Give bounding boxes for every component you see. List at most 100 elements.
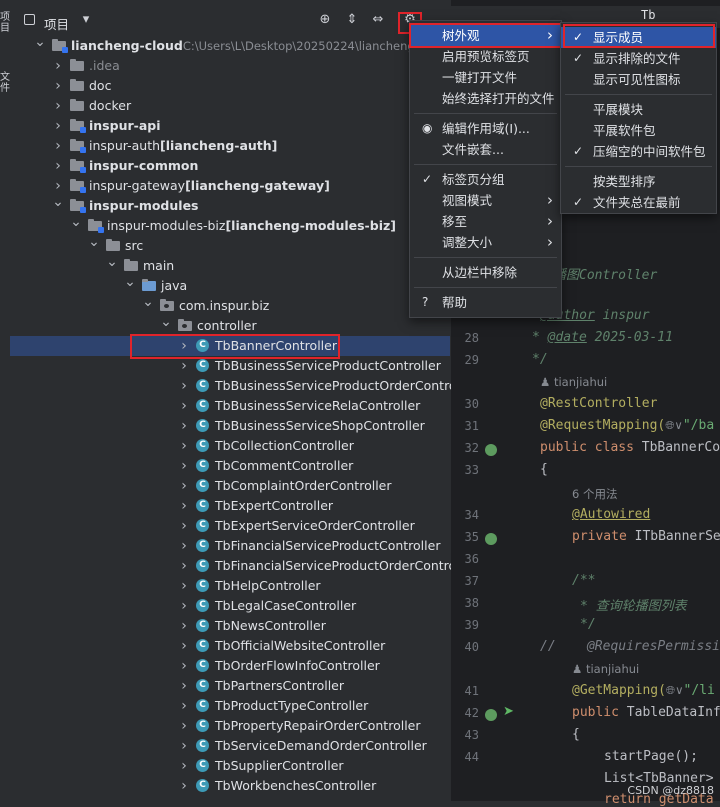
tree-folder-item[interactable]: ⌄ com.inspur.biz — [10, 294, 450, 316]
chevron-right-icon[interactable]: › — [178, 336, 190, 356]
tree-class-item[interactable]: › C TbExpertController — [10, 496, 450, 516]
tree-class-item[interactable]: › C TbExpertServiceOrderController — [10, 516, 450, 536]
spring-bean-icon[interactable] — [485, 709, 497, 721]
menu-item[interactable]: 始终选择打开的文件 — [410, 88, 561, 109]
tree-folder-item[interactable]: ⌄ liancheng-cloudC:\Users\L\Desktop\20250… — [10, 34, 450, 56]
menu-item[interactable]: ✓ 显示排除的文件 — [561, 48, 716, 69]
tree-class-item[interactable]: › C TbOfficialWebsiteController — [10, 636, 450, 656]
tree-class-item[interactable]: › C TbProductTypeController — [10, 696, 450, 716]
chevron-right-icon[interactable]: › — [178, 516, 190, 536]
tree-folder-item[interactable]: › inspur-gateway[liancheng-gateway] — [10, 176, 450, 196]
menu-item[interactable]: 视图模式 › — [410, 190, 561, 211]
tree-class-item[interactable]: › C TbLegalCaseController — [10, 596, 450, 616]
chevron-down-icon[interactable]: ⌄ — [142, 292, 154, 312]
chevron-right-icon[interactable]: › — [52, 156, 64, 176]
tree-folder-item[interactable]: › inspur-common — [10, 156, 450, 176]
expand-all-icon[interactable]: ⇕ — [344, 12, 360, 28]
tree-folder-item[interactable]: › inspur-api — [10, 116, 450, 136]
chevron-down-icon[interactable]: ▾ — [78, 12, 94, 28]
menu-item[interactable]: ◉ 编辑作用域(I)... — [410, 118, 561, 139]
chevron-right-icon[interactable]: › — [178, 656, 190, 676]
tree-class-item[interactable]: › C TbFinancialServiceProductOrderControll… — [10, 556, 476, 576]
tree-folder-item[interactable]: › docker — [10, 96, 450, 116]
menu-item[interactable]: 调整大小 › — [410, 232, 561, 253]
tree-class-item[interactable]: › C TbBannerController — [10, 336, 450, 356]
menu-item[interactable]: 平展软件包 — [561, 120, 716, 141]
tree-class-item[interactable]: › C TbPropertyRepairOrderController — [10, 716, 450, 736]
menu-item[interactable]: ✓ 标签页分组 — [410, 169, 561, 190]
tree-class-item[interactable]: › C TbServiceDemandOrderController — [10, 736, 450, 756]
git-blame-hint-2[interactable]: ♟ tianjiahui — [572, 662, 639, 676]
chevron-down-icon[interactable]: ⌄ — [70, 212, 82, 232]
chevron-right-icon[interactable]: › — [178, 456, 190, 476]
tree-class-item[interactable]: › C TbCommentController — [10, 456, 450, 476]
send-request-icon[interactable]: ➤ — [503, 704, 514, 719]
tree-class-item[interactable]: › C TbWorkbenchesController — [10, 776, 450, 796]
chevron-right-icon[interactable]: › — [178, 396, 190, 416]
menu-item[interactable]: 启用预览标签页 — [410, 46, 561, 67]
menu-item[interactable]: ? 帮助 — [410, 292, 561, 313]
chevron-right-icon[interactable]: › — [178, 436, 190, 456]
chevron-right-icon[interactable]: › — [178, 376, 190, 396]
tree-class-item[interactable]: › C TbBusinessServiceShopController — [10, 416, 450, 436]
tree-folder-item[interactable]: ⌄ controller — [10, 314, 450, 336]
chevron-down-icon[interactable]: ⌄ — [160, 312, 172, 332]
editor-tab-fragment[interactable]: Tb — [641, 8, 655, 22]
chevron-right-icon[interactable]: › — [52, 116, 64, 136]
chevron-down-icon[interactable]: ⌄ — [124, 272, 136, 292]
tree-class-item[interactable]: › C TbCollectionController — [10, 436, 450, 456]
tree-class-item[interactable]: › C TbBusinessServiceRelaController — [10, 396, 450, 416]
project-title[interactable]: 项目 — [44, 14, 69, 33]
chevron-right-icon[interactable]: › — [178, 476, 190, 496]
menu-item[interactable]: 平展模块 — [561, 99, 716, 120]
chevron-right-icon[interactable]: › — [52, 96, 64, 116]
tree-class-item[interactable]: › C TbBusinessServiceProductController — [10, 356, 450, 376]
chevron-right-icon[interactable]: › — [178, 536, 190, 556]
spring-bean-icon[interactable] — [485, 444, 497, 456]
chevron-right-icon[interactable]: › — [178, 616, 190, 636]
tree-class-item[interactable]: › C TbBusinessServiceProductOrderControlle… — [10, 376, 476, 396]
usages-hint[interactable]: 6 个用法 — [572, 486, 617, 502]
tree-class-item[interactable]: › C TbNewsController — [10, 616, 450, 636]
menu-item[interactable]: ✓ 压缩空的中间软件包 — [561, 141, 716, 162]
menu-item[interactable]: 从边栏中移除 — [410, 262, 561, 283]
chevron-right-icon[interactable]: › — [52, 56, 64, 76]
menu-item[interactable]: 显示可见性图标 — [561, 69, 716, 90]
tree-folder-item[interactable]: ⌄ main — [10, 254, 450, 276]
tree-folder-item[interactable]: › doc — [10, 76, 450, 96]
menu-item[interactable]: 按类型排序 — [561, 171, 716, 192]
chevron-right-icon[interactable]: › — [178, 416, 190, 436]
tree-folder-item[interactable]: ⌄ inspur-modules-biz[liancheng-modules-bi… — [10, 214, 450, 236]
tree-folder-item[interactable]: ⌄ src — [10, 234, 450, 256]
chevron-down-icon[interactable]: ⌄ — [34, 32, 46, 52]
tree-class-item[interactable]: › C TbFinancialServiceProductController — [10, 536, 450, 556]
collapse-all-icon[interactable]: ⇔ — [370, 12, 386, 28]
chevron-right-icon[interactable]: › — [178, 496, 190, 516]
spring-bean-icon[interactable] — [485, 533, 497, 545]
chevron-down-icon[interactable]: ⌄ — [52, 192, 64, 212]
chevron-down-icon[interactable]: ⌄ — [88, 232, 100, 252]
tree-folder-item[interactable]: › .idea — [10, 56, 450, 76]
menu-item[interactable]: 一键打开文件 — [410, 67, 561, 88]
chevron-right-icon[interactable]: › — [178, 556, 190, 576]
tree-folder-item[interactable]: › inspur-auth[liancheng-auth] — [10, 136, 450, 156]
chevron-right-icon[interactable]: › — [178, 696, 190, 716]
menu-item[interactable]: 移至 › — [410, 211, 561, 232]
menu-item[interactable]: ✓ 文件夹总在最前 — [561, 192, 716, 213]
tree-class-item[interactable]: › C TbSupplierController — [10, 756, 450, 776]
chevron-right-icon[interactable]: › — [178, 576, 190, 596]
chevron-right-icon[interactable]: › — [178, 356, 190, 376]
tree-class-item[interactable]: › C TbComplaintOrderController — [10, 476, 450, 496]
project-tool-button[interactable]: 项目 — [0, 12, 10, 34]
tree-class-item[interactable]: › C TbOrderFlowInfoController — [10, 656, 450, 676]
tree-class-item[interactable]: › C TbPartnersController — [10, 676, 450, 696]
tree-class-item[interactable]: › C TbHelpController — [10, 576, 450, 596]
tree-folder-item[interactable]: ⌄ java — [10, 274, 450, 296]
chevron-down-icon[interactable]: ⌄ — [106, 252, 118, 272]
chevron-right-icon[interactable]: › — [52, 136, 64, 156]
chevron-right-icon[interactable]: › — [178, 636, 190, 656]
chevron-right-icon[interactable]: › — [178, 676, 190, 696]
chevron-right-icon[interactable]: › — [178, 756, 190, 776]
chevron-right-icon[interactable]: › — [178, 776, 190, 796]
crosshair-icon[interactable]: ⊕ — [317, 12, 333, 28]
